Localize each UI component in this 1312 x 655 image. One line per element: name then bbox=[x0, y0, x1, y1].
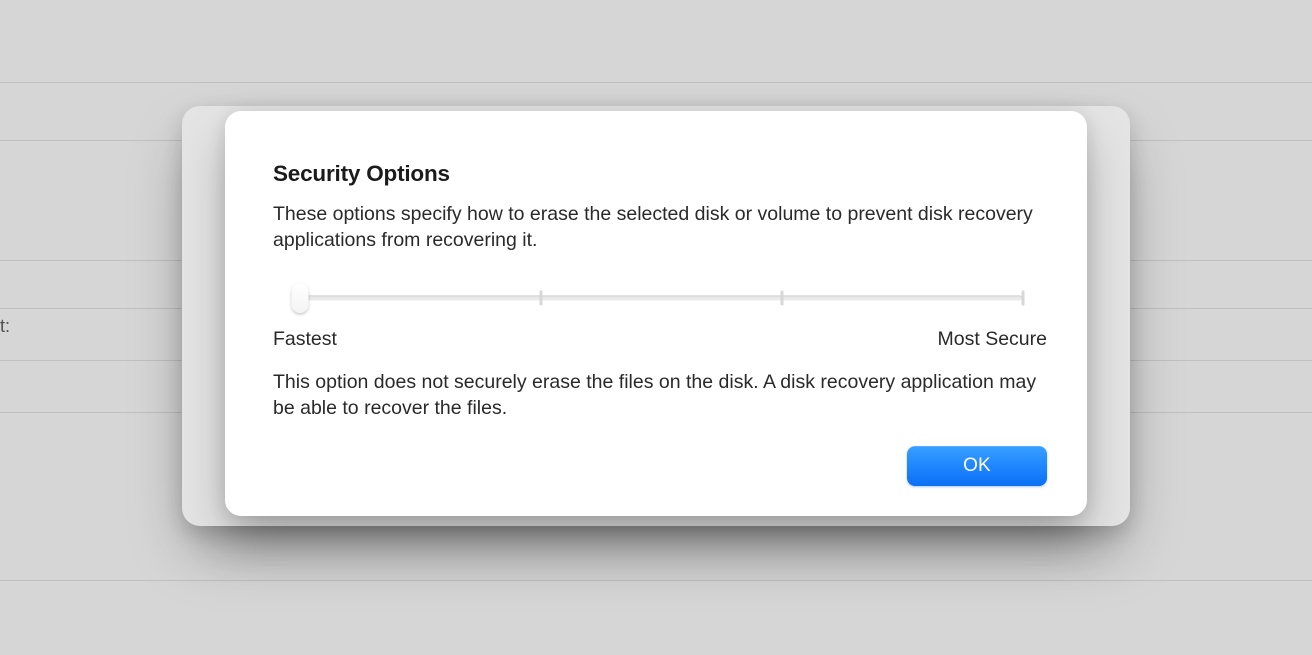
ok-button[interactable]: OK bbox=[907, 446, 1047, 486]
background-partial-label: t: bbox=[0, 316, 10, 337]
slider-tick bbox=[1022, 290, 1025, 305]
slider-tick bbox=[780, 290, 783, 305]
slider-max-label: Most Secure bbox=[938, 328, 1047, 351]
security-options-dialog: Security Options These options specify h… bbox=[225, 111, 1087, 516]
dialog-title: Security Options bbox=[273, 161, 1047, 187]
slider-track bbox=[298, 295, 1022, 300]
slider-tick bbox=[540, 290, 543, 305]
current-option-description: This option does not securely erase the … bbox=[273, 369, 1043, 422]
dialog-description: These options specify how to erase the s… bbox=[273, 201, 1043, 254]
slider-knob[interactable] bbox=[291, 283, 308, 313]
security-level-slider[interactable] bbox=[291, 280, 1029, 316]
slider-min-label: Fastest bbox=[273, 328, 337, 351]
